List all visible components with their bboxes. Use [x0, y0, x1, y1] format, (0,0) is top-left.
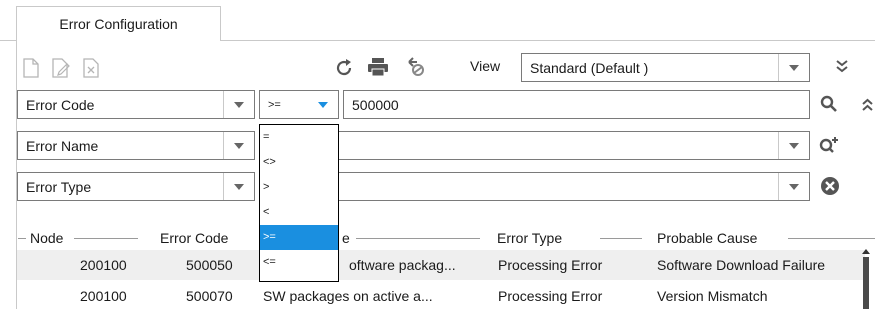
view-select-value: Standard (Default )	[530, 59, 649, 76]
vertical-scrollbar[interactable]	[862, 248, 870, 309]
double-chevron-up-icon[interactable]	[860, 94, 875, 116]
operator-option[interactable]: <>	[260, 150, 338, 175]
operator-dropdown-list[interactable]: = <> > < >= <=	[259, 124, 339, 282]
chevron-down-icon[interactable]	[778, 54, 809, 81]
view-label: View	[470, 58, 501, 74]
new-document-icon[interactable]	[20, 55, 42, 81]
export-icon[interactable]	[404, 54, 428, 80]
header-line	[600, 238, 642, 239]
header-line	[788, 238, 875, 239]
tab-label: Error Configuration	[59, 16, 178, 32]
column-header-probable-cause[interactable]: Probable Cause	[657, 228, 757, 248]
clear-icon[interactable]	[818, 174, 842, 198]
delete-document-icon[interactable]	[80, 55, 102, 81]
chevron-down-icon[interactable]	[308, 91, 338, 118]
cell-node: 200100	[80, 288, 127, 304]
table-row[interactable]: 200100 500070 SW packages on active a...…	[17, 281, 865, 311]
header-line	[18, 238, 26, 239]
chevron-down-icon[interactable]	[778, 132, 809, 159]
cell-probable-cause: Version Mismatch	[657, 288, 768, 304]
add-filter-icon[interactable]	[818, 133, 842, 157]
edit-document-icon[interactable]	[50, 55, 72, 81]
column-header-error-code[interactable]: Error Code	[160, 228, 228, 248]
filter-value-select-2[interactable]	[338, 131, 810, 160]
filter-field-value: Error Type	[26, 178, 92, 195]
filter-field-select-3[interactable]: Error Type	[17, 172, 255, 201]
print-icon[interactable]	[366, 55, 390, 79]
view-select[interactable]: Standard (Default )	[521, 53, 810, 82]
tab-error-configuration[interactable]: Error Configuration	[16, 6, 221, 41]
cell-error-code: 500070	[186, 288, 233, 304]
operator-option-selected[interactable]: >=	[260, 225, 338, 250]
operator-option[interactable]: <=	[260, 250, 338, 275]
cell-probable-cause: Software Download Failure	[657, 257, 826, 273]
operator-option[interactable]: <	[260, 200, 338, 225]
cell-node: 200100	[80, 257, 127, 273]
filter-operator-select-1[interactable]: >=	[259, 90, 339, 119]
filter-field-select-1[interactable]: Error Code	[17, 90, 255, 119]
filter-field-select-2[interactable]: Error Name	[17, 131, 255, 160]
cell-error-name: oftware packag...	[349, 257, 456, 273]
filter-value-text: 500000	[352, 96, 399, 113]
cell-error-code: 500050	[186, 257, 233, 273]
filter-value-select-3[interactable]	[338, 172, 810, 201]
search-icon[interactable]	[818, 92, 840, 116]
header-line	[74, 238, 138, 239]
chevron-down-icon[interactable]	[778, 173, 809, 200]
column-header-node[interactable]: Node	[30, 228, 63, 248]
cell-error-name: SW packages on active a...	[263, 288, 433, 304]
filter-value-input-1[interactable]: 500000	[343, 90, 810, 119]
double-chevron-down-icon[interactable]	[832, 55, 852, 77]
chevron-down-icon[interactable]	[223, 91, 254, 118]
filter-field-value: Error Code	[26, 96, 95, 113]
chevron-down-icon[interactable]	[223, 173, 254, 200]
header-line	[356, 238, 480, 239]
table-row[interactable]: 200100 500050 oftware packag... Processi…	[17, 250, 865, 280]
filter-field-value: Error Name	[26, 137, 99, 154]
cell-error-type: Processing Error	[498, 257, 603, 273]
column-header-error-type[interactable]: Error Type	[497, 228, 562, 248]
operator-option[interactable]: =	[260, 125, 338, 150]
filter-operator-value: >=	[268, 98, 281, 111]
cell-error-type: Processing Error	[498, 288, 603, 304]
column-header-error-name[interactable]: e	[342, 228, 350, 248]
refresh-icon[interactable]	[333, 56, 355, 80]
chevron-down-icon[interactable]	[223, 132, 254, 159]
operator-option[interactable]: >	[260, 175, 338, 200]
